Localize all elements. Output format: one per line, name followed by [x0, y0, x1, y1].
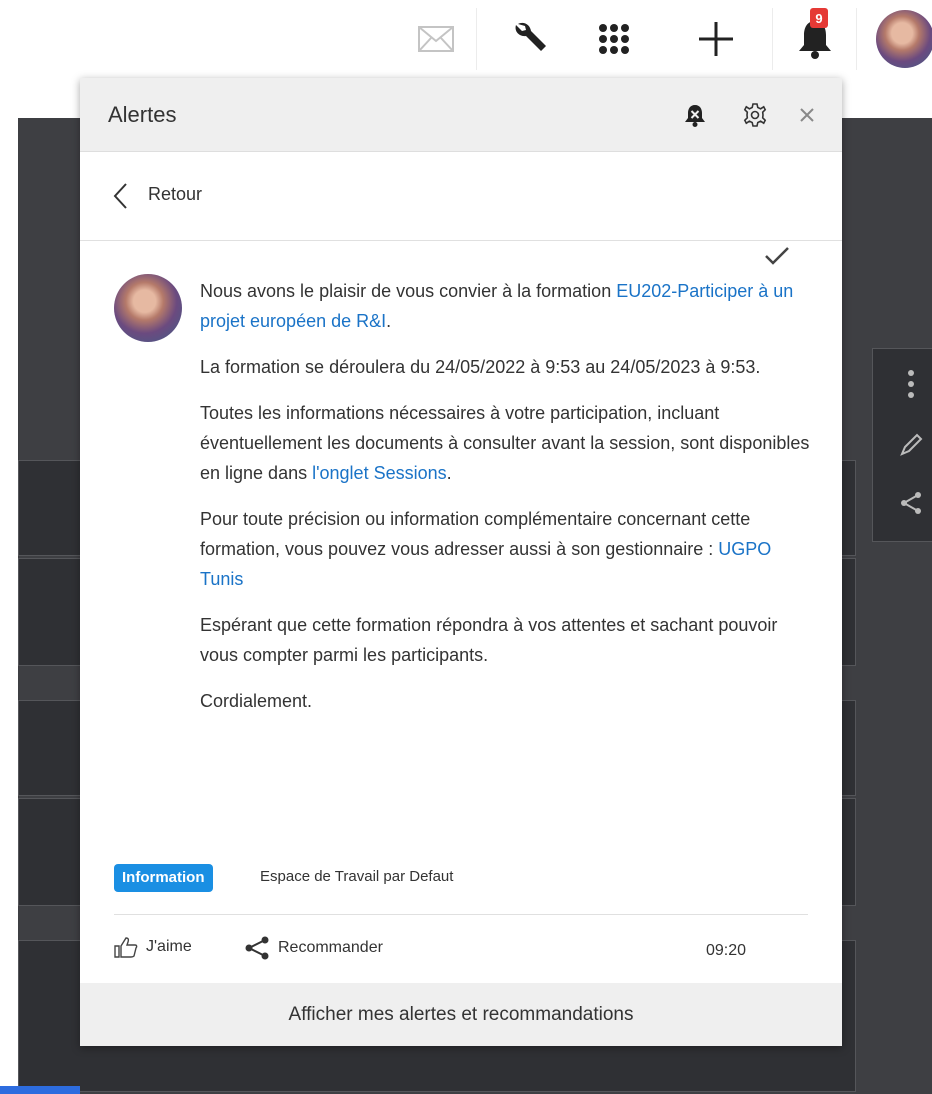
apps-grid-icon[interactable] [578, 0, 650, 78]
bottom-accent-strip [0, 1086, 80, 1094]
mute-bell-icon[interactable] [682, 102, 708, 128]
pencil-icon [900, 433, 923, 456]
message-paragraph: Toutes les informations nécessaires à vo… [200, 398, 810, 488]
sender-avatar [114, 274, 182, 342]
panel-header: Alertes [80, 78, 842, 152]
recommend-button[interactable]: Recommander [244, 936, 383, 960]
more-vertical-icon [908, 370, 914, 398]
top-bar: 9 [0, 0, 932, 78]
message-text: . [386, 311, 392, 331]
back-button[interactable]: Retour [80, 152, 842, 241]
panel-title: Alertes [108, 102, 177, 127]
alerts-panel: Alertes Retour Nous avons le plaisir de … [80, 78, 842, 1046]
avatar[interactable] [876, 10, 932, 68]
notification-count-badge: 9 [810, 8, 828, 28]
sessions-tab-link[interactable]: l'onglet Sessions [312, 463, 447, 483]
like-label: J'aime [146, 938, 192, 955]
message-paragraph: Cordialement. [200, 691, 313, 711]
category-tag: Information [114, 864, 213, 892]
plus-icon[interactable] [676, 0, 756, 78]
back-label: Retour [148, 184, 203, 204]
timestamp: 09:20 [706, 942, 747, 959]
message-text: Toutes les informations nécessaires à vo… [200, 403, 810, 483]
alert-message: Nous avons le plaisir de vous convier à … [200, 276, 810, 732]
message-paragraph: Pour toute précision ou information comp… [200, 504, 810, 594]
message-paragraph: La formation se déroulera du 24/05/2022 … [200, 357, 761, 377]
thumbs-up-icon [114, 937, 138, 958]
mail-icon[interactable] [400, 0, 472, 78]
close-icon[interactable] [794, 102, 820, 128]
divider [114, 914, 808, 915]
message-text: . [446, 463, 452, 483]
show-all-alerts-label: Afficher mes alertes et recommandations [288, 1003, 634, 1025]
message-text: Pour toute précision ou information comp… [200, 509, 751, 559]
chevron-left-icon [113, 183, 127, 209]
share-icon [901, 492, 921, 514]
message-text: Nous avons le plaisir de vous convier à … [200, 281, 617, 301]
wrench-icon[interactable] [490, 0, 570, 78]
mark-read-check-icon[interactable] [764, 246, 790, 266]
workspace-label: Espace de Travail par Defaut [260, 868, 454, 885]
toolbar-separator [476, 8, 477, 70]
background-side-toolbar [872, 348, 932, 542]
message-paragraph: Espérant que cette formation répondra à … [200, 615, 778, 665]
share-icon [245, 936, 269, 960]
toolbar-separator [772, 8, 773, 70]
message-paragraph: Nous avons le plaisir de vous convier à … [200, 276, 810, 336]
like-button[interactable]: J'aime [114, 936, 192, 958]
settings-gear-icon[interactable] [742, 102, 768, 128]
recommend-label: Recommander [278, 939, 383, 956]
toolbar-separator [856, 8, 857, 70]
show-all-alerts-button[interactable]: Afficher mes alertes et recommandations [80, 983, 842, 1046]
